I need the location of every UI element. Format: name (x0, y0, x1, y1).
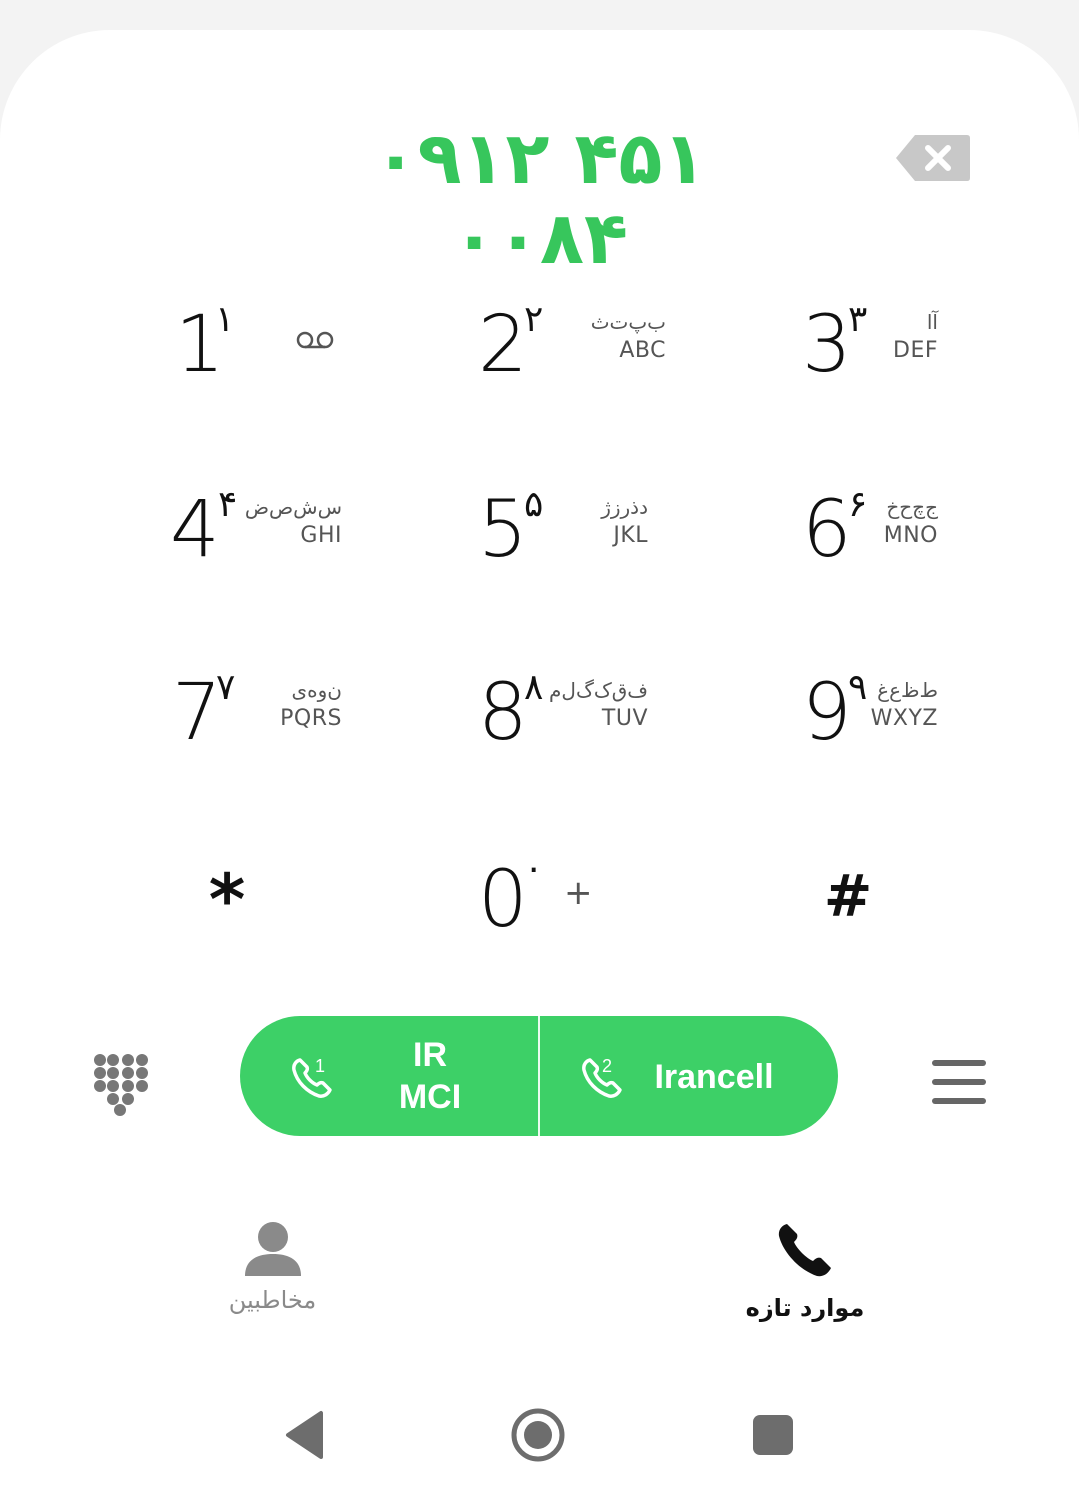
call-sim1-button[interactable]: 1 IR MCI (240, 1016, 538, 1136)
sim1-label: IR MCI (380, 1034, 480, 1118)
key-persian-letters: ب‌پ‌ت‌ث (590, 310, 666, 334)
sim-index: 1 (315, 1056, 326, 1076)
backspace-icon (896, 135, 970, 181)
key-3[interactable]: 3 ۳ آا DEF (802, 300, 938, 450)
back-icon (286, 1411, 323, 1459)
key-digit: 6 (802, 485, 852, 575)
key-latin-letters: JKL (613, 523, 648, 548)
key-latin-letters: TUV (601, 706, 648, 731)
key-latin-letters: PQRS (280, 706, 342, 731)
key-5[interactable]: 5 ۵ د‌ذ‌ر‌ز‌ژ JKL (478, 485, 648, 635)
key-persian-digit: ۰ (524, 848, 544, 889)
key-digit: 8 (478, 668, 528, 758)
key-8[interactable]: 8 ۸ ف‌ق‌ک‌گ‌ل‌م TUV (478, 668, 648, 818)
nav-recents-button[interactable] (752, 1414, 794, 1456)
phone-icon (778, 1224, 831, 1277)
dialpad-toggle-button[interactable] (92, 1052, 150, 1116)
backspace-button[interactable] (895, 133, 971, 183)
overview-icon (753, 1415, 793, 1455)
home-icon (511, 1408, 565, 1462)
key-persian-digit: ۲ (524, 299, 544, 340)
key-persian-letters: آا (926, 310, 938, 334)
phone-icon (292, 1058, 332, 1098)
menu-icon-bar (932, 1079, 986, 1085)
menu-icon-bar (932, 1098, 986, 1104)
call-sim2-button[interactable]: 2 Irancell (540, 1016, 838, 1136)
key-9[interactable]: 9 ۹ ط‌ظ‌ع‌غ WXYZ (802, 668, 938, 818)
key-0[interactable]: 0 ۰ + (478, 849, 618, 1005)
tab-recents-label: موارد تازه (745, 1294, 865, 1322)
key-persian-digit: ۷ (216, 667, 236, 708)
nav-home-button[interactable] (510, 1407, 566, 1463)
tab-contacts-label: مخاطبین (228, 1286, 317, 1314)
key-latin-letters: ABC (619, 338, 666, 363)
key-latin-letters: WXYZ (870, 706, 938, 731)
key-persian-letters: د‌ذ‌ر‌ز‌ژ (601, 495, 648, 519)
key-persian-digit: ۶ (848, 484, 868, 525)
key-persian-digit: ۱ (215, 299, 235, 340)
sim-index: 2 (602, 1056, 613, 1076)
dialed-number: ۰۹۱۲ ۴۵۱ ۰۰۸۴ (373, 116, 707, 280)
key-persian-letters: س‌ش‌ص‌ض (244, 495, 342, 519)
tab-recents[interactable]: موارد تازه (735, 1220, 875, 1322)
key-6[interactable]: 6 ۶ ج‌چ‌ح‌خ MNO (802, 485, 938, 635)
key-digit: 7 (172, 668, 222, 758)
key-persian-digit: ۴ (218, 484, 238, 525)
key-digit: 3 (802, 300, 852, 390)
key-latin-letters: GHI (300, 523, 342, 548)
sim2-label: Irancell (654, 1058, 774, 1096)
key-digit: 4 (170, 485, 220, 575)
key-2[interactable]: 2 ۲ ب‌پ‌ت‌ث ABC (478, 300, 666, 450)
voicemail-icon (296, 331, 334, 349)
key-digit: 9 (802, 668, 852, 758)
key-digit: 2 (478, 300, 528, 390)
key-persian-digit: ۳ (848, 299, 868, 340)
tab-contacts[interactable]: مخاطبین (200, 1220, 345, 1314)
call-buttons: 1 IR MCI 2 Irancell (240, 1016, 838, 1136)
key-persian-digit: ۵ (524, 484, 544, 525)
key-7[interactable]: 7 ۷ ن‌و‌ه‌ی PQRS (172, 668, 342, 818)
key-4[interactable]: 4 ۴ س‌ش‌ص‌ض GHI (170, 485, 342, 635)
key-persian-letters: ط‌ظ‌ع‌غ (877, 678, 938, 702)
key-persian-letters: ف‌ق‌ک‌گ‌ل‌م (549, 678, 648, 702)
key-persian-letters: ج‌چ‌ح‌خ (886, 495, 938, 519)
key-star[interactable]: * (195, 860, 259, 940)
key-persian-digit: ۹ (848, 667, 868, 708)
key-latin-letters: DEF (893, 338, 938, 363)
key-digit: 0 (478, 855, 528, 945)
menu-button[interactable] (932, 1060, 986, 1108)
key-1[interactable]: 1 ۱ (175, 300, 340, 450)
key-persian-digit: ۸ (524, 667, 544, 708)
key-plus-symbol: + (564, 873, 593, 913)
key-latin-letters: MNO (883, 523, 938, 548)
key-digit: 5 (478, 485, 528, 575)
sim1-label-line2: MCI (398, 1078, 462, 1116)
key-persian-letters: ن‌و‌ه‌ی (291, 678, 342, 702)
sim1-label-line1: IR (413, 1036, 447, 1074)
person-icon (244, 1222, 301, 1276)
menu-icon-bar (932, 1060, 986, 1066)
key-hash[interactable]: # (820, 860, 876, 932)
nav-back-button[interactable] (285, 1410, 325, 1460)
dialpad-icon (94, 1054, 148, 1116)
